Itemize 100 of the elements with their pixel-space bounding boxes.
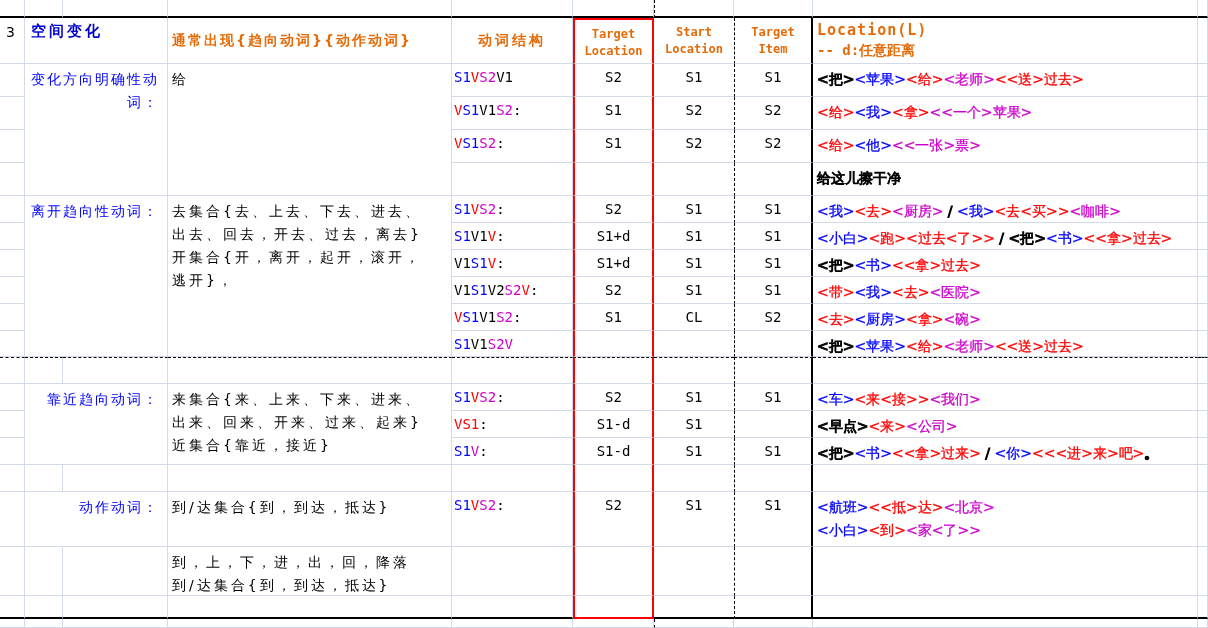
- cell-value: S1: [763, 200, 783, 217]
- cell-value: S1: [604, 308, 623, 325]
- example-sentence: <车><来<接>><我们>: [817, 390, 982, 409]
- cell-value: S1: [684, 496, 704, 513]
- example-sentence: <把><苹果><给><老师><<送>过去>: [817, 70, 1085, 89]
- grid-cell: [1198, 619, 1208, 628]
- grid-cell: [1198, 547, 1208, 596]
- cell-value: S1+d: [595, 227, 632, 244]
- cell-value: S1: [763, 388, 783, 405]
- grid-cell: [0, 223, 25, 250]
- cell-value: S1-d: [595, 415, 632, 432]
- structure-formula: S1V1V:: [453, 227, 506, 244]
- cell-value: S2: [604, 68, 623, 85]
- structure-formula: VS1:: [453, 415, 489, 432]
- grid-cell: [0, 619, 25, 628]
- grid-cell: [0, 277, 25, 304]
- example-sentence: <小白><到><家<了>>: [817, 521, 982, 540]
- example-sentence: <我><去><厨房> / <我><去<买>><咖啡>: [817, 202, 1122, 221]
- cell-value: S2: [684, 134, 704, 151]
- category-label: 靠近趋向动词：: [46, 390, 160, 409]
- example-sentence: <给><他><<一张>票>: [817, 136, 982, 155]
- grid-cell: [1198, 596, 1208, 619]
- structure-formula: S1VS2:: [453, 496, 506, 513]
- grid-cell: [25, 619, 63, 628]
- structure-formula: S1V:: [453, 442, 489, 459]
- structure-formula: VS1S2:: [453, 134, 506, 151]
- cell-value: S1: [604, 134, 623, 151]
- grid-cell: [0, 304, 25, 331]
- example-sentence: <把><苹果><给><老师><<送>过去>: [817, 337, 1085, 356]
- grid-cell: [0, 596, 25, 619]
- cell-value: S1: [763, 68, 783, 85]
- column-header: Target Item: [750, 24, 796, 58]
- grid-cell: [0, 411, 25, 438]
- example-sentence: 给这儿擦干净: [817, 169, 902, 188]
- structure-formula: VS1V1S2:: [453, 101, 523, 118]
- cell-value: S2: [763, 308, 783, 325]
- column-header: Location(L): [817, 20, 929, 40]
- cell-value: S1: [763, 496, 783, 513]
- section-title: 空间变化: [30, 21, 104, 41]
- example-sentence: <给><我><拿><<一个>苹果>: [817, 103, 1034, 122]
- structure-formula: V1S1V2S2V:: [453, 281, 540, 298]
- cell-value: S1: [604, 101, 623, 118]
- category-label: 动作动词：: [78, 498, 160, 517]
- column-header: 通常出现{趋向动词}{动作动词}: [171, 31, 413, 50]
- verb-list: 来集合{来、上来、下来、进来、出来、回来、开来、过来、起来}: [172, 388, 434, 434]
- structure-formula: S1VS2:: [453, 388, 506, 405]
- cell-value: S2: [604, 200, 623, 217]
- grid-cell: [0, 97, 25, 130]
- grid-cell: [1198, 357, 1208, 384]
- verb-list: 开集合{开，离开，起开，滚开，逃开}，: [172, 246, 434, 292]
- cell-value: S1: [684, 227, 704, 244]
- verb-list: 近集合{靠近，接近}: [172, 434, 434, 457]
- cell-value: S1-d: [595, 442, 632, 459]
- grid-cell: [0, 250, 25, 277]
- cell-value: S1: [684, 388, 704, 405]
- structure-formula: VS1V1S2:: [453, 308, 523, 325]
- verb-list: 给: [172, 68, 434, 91]
- cell-value: S1: [684, 281, 704, 298]
- cell-value: CL: [684, 308, 704, 325]
- column-note: -- d:任意距离: [817, 41, 917, 60]
- cell-value: S1: [684, 200, 704, 217]
- example-sentence: <把><书><<拿>过来> / <你><<<进>来>吧>。: [817, 444, 1160, 463]
- cell-value: S2: [604, 388, 623, 405]
- category-label: 离开趋向性动词：: [30, 202, 160, 221]
- cell-value: S1: [684, 254, 704, 271]
- cell-value: S2: [604, 281, 623, 298]
- grid-cell: [0, 357, 25, 384]
- cell-value: S1: [684, 68, 704, 85]
- column-header: Start Location: [664, 24, 724, 58]
- grid-cell: [0, 547, 25, 596]
- grid-cell: [25, 357, 63, 384]
- column-header: Target Location: [583, 26, 644, 60]
- structure-formula: S1VS2:: [453, 200, 506, 217]
- grid-cell: [0, 384, 25, 411]
- grid-cell: [1198, 0, 1208, 18]
- cell-value: S1: [763, 254, 783, 271]
- cell-value: S1: [763, 227, 783, 244]
- example-sentence: <早点><来><公司>: [817, 417, 959, 436]
- verb-list: 去集合{去、上去、下去、进去、出去、回去，开去、过去，离去}: [172, 200, 434, 246]
- cell-value: S2: [684, 101, 704, 118]
- structure-formula: S1V1S2V: [453, 335, 514, 352]
- cell-value: S1: [684, 415, 704, 432]
- verb-list: 到/达集合{到，到达，抵达}: [172, 574, 434, 597]
- grid-cell: [1198, 465, 1208, 492]
- example-sentence: <去><厨房><拿><碗>: [817, 310, 982, 329]
- cell-value: S2: [763, 134, 783, 151]
- cell-value: S1: [684, 442, 704, 459]
- cell-value: S1+d: [595, 254, 632, 271]
- grid-cell: [25, 596, 63, 619]
- structure-formula: S1VS2V1: [453, 68, 514, 85]
- column-header: 动词结构: [477, 31, 547, 50]
- grid-cell: [0, 130, 25, 163]
- grid-cell: [0, 196, 25, 223]
- example-sentence: <小白><跑><过去<了>> / <把><书><<拿>过去>: [817, 229, 1174, 248]
- grid-cell: [0, 465, 25, 492]
- cell-value: S1: [763, 281, 783, 298]
- row-number: 3: [5, 23, 16, 40]
- cell-value: S2: [604, 496, 623, 513]
- cell-value: S2: [763, 101, 783, 118]
- category-label: 变化方向明确性动词：: [30, 70, 160, 112]
